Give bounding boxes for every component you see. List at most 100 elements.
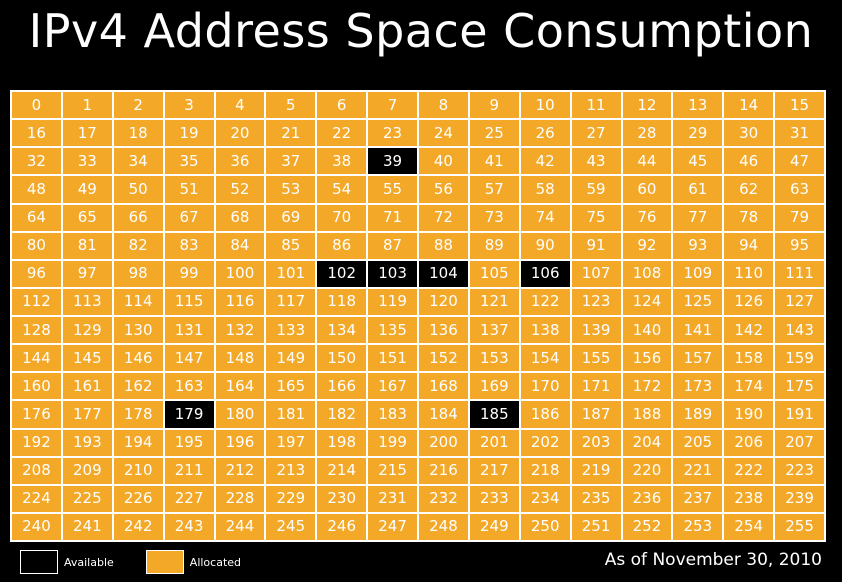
cell-allocated: 156	[622, 345, 672, 372]
cell-allocated: 23	[368, 120, 417, 147]
cell-allocated: 0	[12, 92, 61, 119]
cell-allocated: 21	[266, 120, 316, 147]
cell-allocated: 35	[164, 148, 214, 175]
cell-allocated: 142	[724, 317, 774, 344]
cell-allocated: 70	[317, 204, 367, 231]
cell-allocated: 115	[164, 288, 214, 315]
cell-allocated: 212	[215, 457, 265, 484]
cell-allocated: 61	[673, 176, 723, 203]
cell-allocated: 47	[775, 148, 824, 175]
cell-allocated: 225	[62, 485, 112, 512]
cell-allocated: 68	[215, 204, 265, 231]
cell-allocated: 123	[571, 288, 621, 315]
cell-allocated: 214	[317, 457, 367, 484]
cell-allocated: 147	[164, 345, 214, 372]
cell-allocated: 72	[419, 204, 468, 231]
cell-allocated: 12	[622, 92, 672, 119]
cell-allocated: 198	[317, 429, 367, 456]
cell-allocated: 50	[113, 176, 163, 203]
cell-allocated: 140	[622, 317, 672, 344]
cell-allocated: 173	[673, 373, 723, 400]
cell-allocated: 204	[622, 429, 672, 456]
cell-allocated: 4	[215, 92, 265, 119]
cell-allocated: 191	[775, 401, 824, 428]
cell-allocated: 202	[520, 429, 570, 456]
cell-allocated: 233	[469, 485, 519, 512]
cell-allocated: 213	[266, 457, 316, 484]
cell-allocated: 172	[622, 373, 672, 400]
cell-allocated: 84	[215, 232, 265, 259]
cell-allocated: 38	[317, 148, 367, 175]
cell-allocated: 15	[775, 92, 824, 119]
cell-allocated: 64	[12, 204, 61, 231]
cell-allocated: 85	[266, 232, 316, 259]
cell-allocated: 127	[775, 288, 824, 315]
cell-allocated: 250	[520, 513, 570, 540]
cell-allocated: 236	[622, 485, 672, 512]
cell-allocated: 126	[724, 288, 774, 315]
cell-allocated: 101	[266, 260, 316, 287]
cell-allocated: 138	[520, 317, 570, 344]
cell-allocated: 2	[113, 92, 163, 119]
cell-allocated: 24	[419, 120, 468, 147]
cell-allocated: 116	[215, 288, 265, 315]
cell-allocated: 5	[266, 92, 316, 119]
cell-allocated: 56	[419, 176, 468, 203]
cell-allocated: 186	[520, 401, 570, 428]
cell-allocated: 230	[317, 485, 367, 512]
cell-allocated: 16	[12, 120, 61, 147]
cell-allocated: 247	[368, 513, 417, 540]
cell-allocated: 163	[164, 373, 214, 400]
cell-allocated: 210	[113, 457, 163, 484]
cell-allocated: 93	[673, 232, 723, 259]
cell-allocated: 83	[164, 232, 214, 259]
cell-allocated: 205	[673, 429, 723, 456]
cell-allocated: 229	[266, 485, 316, 512]
cell-available: 104	[419, 260, 468, 287]
cell-allocated: 196	[215, 429, 265, 456]
cell-allocated: 81	[62, 232, 112, 259]
cell-allocated: 89	[469, 232, 519, 259]
cell-allocated: 151	[368, 345, 417, 372]
cell-allocated: 251	[571, 513, 621, 540]
cell-allocated: 27	[571, 120, 621, 147]
cell-allocated: 188	[622, 401, 672, 428]
cell-allocated: 193	[62, 429, 112, 456]
cell-allocated: 125	[673, 288, 723, 315]
cell-allocated: 46	[724, 148, 774, 175]
cell-allocated: 223	[775, 457, 824, 484]
cell-allocated: 169	[469, 373, 519, 400]
cell-allocated: 14	[724, 92, 774, 119]
cell-allocated: 100	[215, 260, 265, 287]
cell-allocated: 154	[520, 345, 570, 372]
cell-allocated: 162	[113, 373, 163, 400]
cell-allocated: 192	[12, 429, 61, 456]
cell-allocated: 111	[775, 260, 824, 287]
cell-allocated: 183	[368, 401, 417, 428]
chart-title: IPv4 Address Space Consumption	[28, 4, 814, 58]
cell-allocated: 241	[62, 513, 112, 540]
cell-allocated: 137	[469, 317, 519, 344]
cell-allocated: 41	[469, 148, 519, 175]
cell-allocated: 178	[113, 401, 163, 428]
cell-available: 185	[469, 401, 519, 428]
cell-allocated: 199	[368, 429, 417, 456]
cell-allocated: 74	[520, 204, 570, 231]
cell-allocated: 211	[164, 457, 214, 484]
cell-allocated: 254	[724, 513, 774, 540]
cell-allocated: 6	[317, 92, 367, 119]
cell-allocated: 234	[520, 485, 570, 512]
cell-allocated: 174	[724, 373, 774, 400]
cell-allocated: 120	[419, 288, 468, 315]
cell-allocated: 203	[571, 429, 621, 456]
cell-allocated: 112	[12, 288, 61, 315]
cell-allocated: 200	[419, 429, 468, 456]
cell-allocated: 175	[775, 373, 824, 400]
cell-allocated: 91	[571, 232, 621, 259]
cell-allocated: 97	[62, 260, 112, 287]
cell-allocated: 132	[215, 317, 265, 344]
cell-allocated: 3	[164, 92, 214, 119]
cell-allocated: 222	[724, 457, 774, 484]
cell-allocated: 184	[419, 401, 468, 428]
cell-allocated: 59	[571, 176, 621, 203]
